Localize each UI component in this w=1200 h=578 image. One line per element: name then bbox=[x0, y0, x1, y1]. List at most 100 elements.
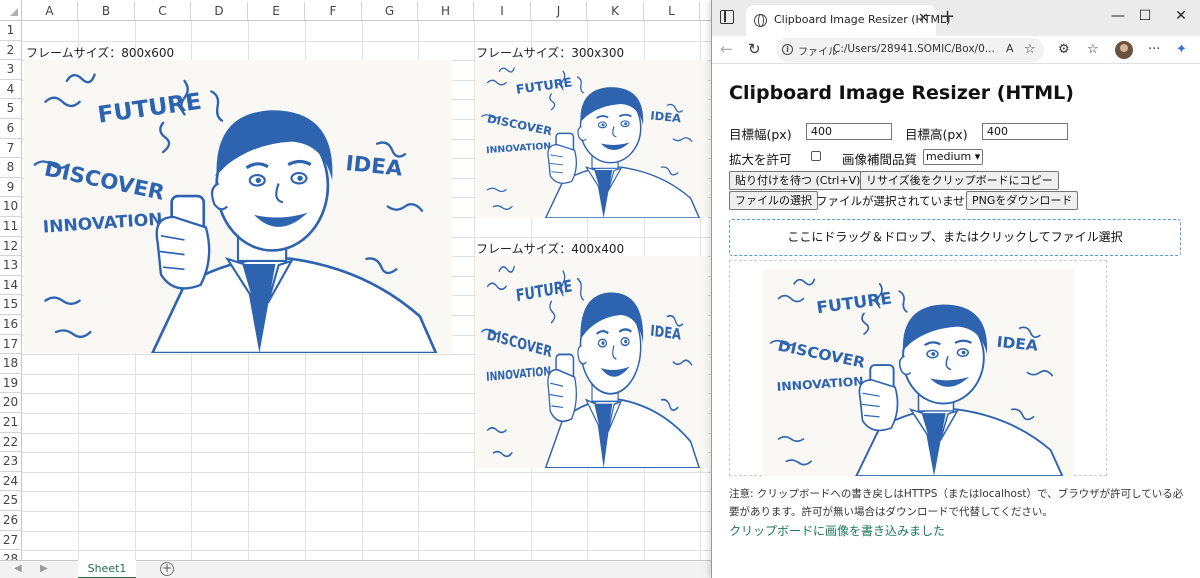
row-header-2[interactable]: 2 bbox=[0, 40, 22, 61]
copilot-icon[interactable]: ✦ bbox=[1176, 42, 1187, 57]
page-content: Clipboard Image Resizer (HTML) 目標幅(px) 4… bbox=[712, 64, 1200, 578]
grid-row-line bbox=[22, 40, 712, 42]
word-innovation: INNOVATION bbox=[486, 142, 552, 156]
column-header-B[interactable]: B bbox=[78, 2, 135, 20]
column-header-C[interactable]: C bbox=[135, 2, 191, 20]
column-header-K[interactable]: K bbox=[587, 2, 644, 20]
row-header-26[interactable]: 26 bbox=[0, 511, 22, 531]
column-header-G[interactable]: G bbox=[362, 2, 418, 20]
sheet-tab-sheet1[interactable]: Sheet1 bbox=[78, 560, 136, 578]
tab-close-icon[interactable]: ✕ bbox=[918, 11, 929, 26]
energy-squiggle bbox=[785, 459, 813, 466]
column-header-J[interactable]: J bbox=[531, 2, 587, 20]
energy-squiggle bbox=[576, 76, 584, 94]
column-header-D[interactable]: D bbox=[191, 2, 248, 20]
no-file-selected-text: ファイルが選択されていません bbox=[816, 194, 977, 208]
download-png-button[interactable]: PNGをダウンロード bbox=[966, 191, 1079, 210]
row-header-14[interactable]: 14 bbox=[0, 275, 22, 296]
address-bar: ← ↻ i ファイル C:/Users/28941.SOMIC/Box/0...… bbox=[712, 36, 1200, 64]
word-future: FUTURE bbox=[515, 74, 573, 96]
add-sheet-icon[interactable]: + bbox=[160, 562, 174, 576]
url-text[interactable]: C:/Users/28941.SOMIC/Box/0... bbox=[833, 43, 995, 55]
browser-tab-active[interactable]: Clipboard Image Resizer (HTML) ✕ bbox=[746, 5, 950, 36]
copy-resized-button[interactable]: リサイズ後をクリップボードにコピー bbox=[860, 171, 1059, 190]
maximize-icon[interactable]: ☐ bbox=[1135, 8, 1155, 24]
frame-label-300x300[interactable]: フレームサイズ：300x300 bbox=[476, 44, 624, 61]
row-header-16[interactable]: 16 bbox=[0, 315, 22, 335]
column-header-E[interactable]: E bbox=[248, 2, 305, 20]
target-width-input[interactable]: 400 bbox=[806, 123, 892, 140]
more-menu-icon[interactable]: ··· bbox=[1148, 42, 1160, 57]
row-header-7[interactable]: 7 bbox=[0, 138, 22, 159]
paste-wait-button[interactable]: 貼り付けを待つ (Ctrl+V) bbox=[729, 171, 867, 190]
row-header-5[interactable]: 5 bbox=[0, 99, 22, 119]
choose-file-button[interactable]: ファイルの選択 bbox=[729, 191, 818, 210]
window-close-icon[interactable]: ✕ bbox=[1171, 8, 1191, 24]
energy-squiggle bbox=[777, 436, 805, 443]
target-width-label: 目標幅(px) bbox=[729, 127, 792, 142]
refresh-icon[interactable]: ↻ bbox=[748, 40, 761, 58]
row-header-24[interactable]: 24 bbox=[0, 471, 22, 492]
row-header-9[interactable]: 9 bbox=[0, 177, 22, 198]
word-discover: DISCOVER bbox=[42, 156, 167, 205]
info-icon[interactable]: i bbox=[782, 44, 793, 55]
interpolation-quality-select[interactable]: medium ▾ bbox=[923, 149, 984, 165]
energy-squiggle bbox=[660, 398, 679, 411]
frame-label-800x600[interactable]: フレームサイズ：800x600 bbox=[26, 44, 174, 61]
row-header-13[interactable]: 13 bbox=[0, 256, 22, 276]
sheet-next-arrow-icon[interactable]: ▶ bbox=[40, 563, 48, 574]
row-header-6[interactable]: 6 bbox=[0, 119, 22, 139]
target-height-input[interactable]: 400 bbox=[982, 123, 1068, 140]
select-all-corner[interactable] bbox=[0, 0, 22, 21]
word-idea: IDEA bbox=[650, 108, 682, 125]
extensions-icon[interactable]: ⚙ bbox=[1058, 42, 1070, 57]
pasted-image-800x600[interactable]: FUTURE DISCOVER IDEA INNOVATION bbox=[24, 60, 452, 353]
favorites-list-icon[interactable]: ☆ bbox=[1087, 42, 1099, 57]
row-header-4[interactable]: 4 bbox=[0, 79, 22, 100]
tab-actions-icon[interactable] bbox=[720, 10, 734, 24]
energy-squiggle bbox=[549, 300, 556, 324]
row-header-3[interactable]: 3 bbox=[0, 60, 22, 80]
favorite-star-icon[interactable]: ☆ bbox=[1024, 42, 1036, 57]
column-header-F[interactable]: F bbox=[305, 2, 362, 20]
row-header-25[interactable]: 25 bbox=[0, 491, 22, 511]
row-header-11[interactable]: 11 bbox=[0, 217, 22, 237]
row-header-20[interactable]: 20 bbox=[0, 393, 22, 413]
row-header-8[interactable]: 8 bbox=[0, 158, 22, 178]
back-icon[interactable]: ← bbox=[720, 40, 733, 58]
minimize-icon[interactable]: — bbox=[1108, 8, 1128, 24]
row-header-12[interactable]: 12 bbox=[0, 236, 22, 257]
allow-upscale-checkbox[interactable] bbox=[811, 151, 821, 161]
url-field[interactable]: i ファイル C:/Users/28941.SOMIC/Box/0... bbox=[776, 38, 1044, 62]
word-future: FUTURE bbox=[515, 277, 573, 306]
column-header-A[interactable]: A bbox=[22, 2, 78, 20]
row-header-10[interactable]: 10 bbox=[0, 197, 22, 217]
energy-squiggle bbox=[793, 278, 816, 286]
row-header-22[interactable]: 22 bbox=[0, 432, 22, 453]
drop-zone[interactable]: ここにドラッグ＆ドロップ、またはクリックしてファイル選択 bbox=[729, 219, 1181, 256]
pasted-image-300x300[interactable]: FUTURE DISCOVER IDEA INNOVATION bbox=[476, 60, 708, 218]
energy-squiggle bbox=[498, 265, 515, 273]
browser-titlebar: Clipboard Image Resizer (HTML) ✕ + — ☐ ✕ bbox=[712, 0, 1200, 36]
frame-label-400x400[interactable]: フレームサイズ：400x400 bbox=[476, 240, 624, 257]
row-header-15[interactable]: 15 bbox=[0, 295, 22, 315]
row-header-21[interactable]: 21 bbox=[0, 413, 22, 433]
energy-squiggle bbox=[365, 257, 398, 275]
new-tab-icon[interactable]: + bbox=[940, 6, 955, 27]
pasted-image-400x400[interactable]: FUTURE DISCOVER IDEA INNOVATION bbox=[476, 256, 708, 468]
row-header-19[interactable]: 19 bbox=[0, 373, 22, 394]
sheet-prev-arrow-icon[interactable]: ◀ bbox=[14, 563, 22, 574]
energy-squiggle bbox=[159, 121, 171, 154]
row-header-17[interactable]: 17 bbox=[0, 334, 22, 355]
row-header-1[interactable]: 1 bbox=[0, 21, 22, 41]
column-header-H[interactable]: H bbox=[418, 2, 474, 20]
word-idea: IDEA bbox=[996, 333, 1039, 355]
column-header-L[interactable]: L bbox=[644, 2, 700, 20]
word-innovation: INNOVATION bbox=[486, 364, 552, 384]
column-header-I[interactable]: I bbox=[474, 2, 531, 20]
row-header-23[interactable]: 23 bbox=[0, 452, 22, 472]
profile-avatar[interactable] bbox=[1115, 41, 1133, 59]
row-header-18[interactable]: 18 bbox=[0, 354, 22, 374]
row-header-27[interactable]: 27 bbox=[0, 530, 22, 551]
read-aloud-icon[interactable]: A bbox=[1006, 42, 1014, 55]
